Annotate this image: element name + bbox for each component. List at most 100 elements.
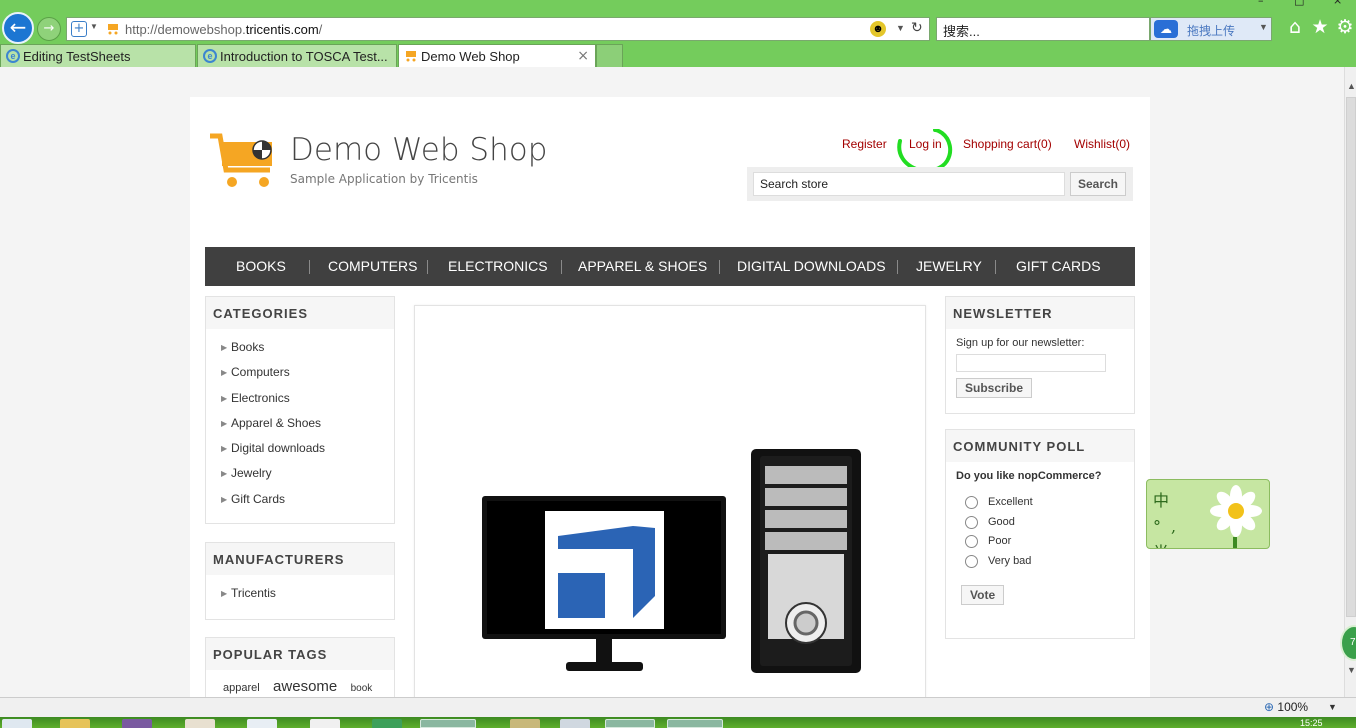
poll-option-very-bad[interactable]: Very bad bbox=[956, 552, 1124, 572]
scrollbar-thumb[interactable] bbox=[1346, 97, 1356, 617]
menu-separator bbox=[719, 260, 720, 274]
document-icon[interactable] bbox=[310, 719, 340, 728]
add-favorite-icon[interactable]: + bbox=[71, 21, 87, 37]
chevron-down-icon[interactable]: ▼ bbox=[896, 23, 905, 33]
cloud-upload-button[interactable]: ☁ 拖拽上传 ▼ bbox=[1150, 17, 1272, 41]
tags-row: apparel awesome book bbox=[206, 670, 394, 695]
caret-right-icon: ▶ bbox=[221, 418, 228, 428]
newsletter-title: NEWSLETTER bbox=[946, 297, 1134, 329]
chevron-down-icon[interactable]: ▼ bbox=[1328, 702, 1337, 712]
tag-link[interactable]: book bbox=[351, 683, 373, 694]
scroll-up-icon[interactable]: ▲ bbox=[1347, 81, 1356, 91]
folder-icon[interactable] bbox=[60, 719, 90, 728]
category-item-electronics[interactable]: ▶ Electronics bbox=[206, 386, 394, 411]
wishlist-link[interactable]: Wishlist(0) bbox=[1074, 137, 1130, 151]
browser-chrome: ← → + ▼ http://demowebshop.tricentis.com… bbox=[0, 0, 1356, 67]
maximize-icon[interactable]: □ bbox=[1294, 0, 1304, 7]
cart-icon bbox=[406, 51, 416, 62]
browser-search-input[interactable]: 搜索... bbox=[936, 17, 1150, 41]
category-label: Gift Cards bbox=[231, 491, 286, 506]
newsletter-email-input[interactable] bbox=[956, 354, 1106, 372]
app-icon[interactable] bbox=[122, 719, 152, 728]
zoom-level: 100% bbox=[1277, 700, 1309, 714]
tab-demo-web-shop[interactable]: Demo Web Shop × bbox=[398, 44, 596, 67]
tag-link[interactable]: apparel bbox=[223, 682, 260, 694]
category-item-computers[interactable]: ▶ Computers bbox=[206, 360, 394, 385]
compatibility-icon[interactable]: ☻ bbox=[870, 21, 886, 37]
manufacturers-list: ▶ Tricentis bbox=[206, 575, 394, 606]
zoom-control[interactable]: ⊕ 100% bbox=[1264, 700, 1308, 714]
poll-option-good[interactable]: Good bbox=[956, 513, 1124, 533]
close-window-icon[interactable]: × bbox=[1333, 0, 1342, 7]
app-icon[interactable] bbox=[247, 719, 277, 728]
radio-button[interactable] bbox=[965, 515, 978, 529]
ie-icon: e bbox=[203, 49, 217, 63]
store-search-button[interactable]: Search bbox=[1070, 172, 1126, 196]
store-search-box: Search store Search bbox=[747, 167, 1133, 201]
store-search-input[interactable]: Search store bbox=[753, 172, 1065, 196]
manufacturer-item-tricentis[interactable]: ▶ Tricentis bbox=[206, 581, 394, 606]
menu-item-electronics[interactable]: ELECTRONICS bbox=[448, 258, 548, 274]
radio-button[interactable] bbox=[965, 535, 978, 548]
tab-editing-testsheets[interactable]: e Editing TestSheets bbox=[0, 44, 196, 67]
address-url[interactable]: http://demowebshop.tricentis.com/ bbox=[125, 22, 322, 37]
tab-label: Demo Web Shop bbox=[421, 49, 520, 64]
ie-icon: e bbox=[6, 49, 20, 63]
status-bar: ⊕ 100% ▼ bbox=[0, 697, 1356, 717]
app-icon[interactable] bbox=[510, 719, 540, 728]
app-icon[interactable] bbox=[667, 719, 723, 728]
caret-right-icon: ▶ bbox=[221, 494, 228, 504]
new-tab-button[interactable] bbox=[596, 44, 623, 67]
category-item-jewelry[interactable]: ▶ Jewelry bbox=[206, 461, 394, 486]
menu-item-apparel-shoes[interactable]: APPAREL & SHOES bbox=[578, 258, 707, 274]
address-bar[interactable]: + ▼ http://demowebshop.tricentis.com/ ☻ … bbox=[66, 17, 930, 41]
category-item-apparel-shoes[interactable]: ▶ Apparel & Shoes bbox=[206, 411, 394, 436]
ime-toolbar[interactable]: 中 °, 半 简 bbox=[1146, 479, 1270, 549]
menu-item-digital-downloads[interactable]: DIGITAL DOWNLOADS bbox=[737, 258, 886, 274]
shopping-cart-link[interactable]: Shopping cart(0) bbox=[963, 137, 1052, 151]
category-label: Electronics bbox=[231, 390, 290, 405]
tag-link[interactable]: awesome bbox=[273, 678, 337, 695]
forward-arrow-icon[interactable]: → bbox=[37, 17, 61, 41]
start-icon[interactable] bbox=[2, 719, 32, 728]
community-poll-block: COMMUNITY POLL Do you like nopCommerce? … bbox=[945, 429, 1135, 639]
scroll-down-icon[interactable]: ▼ bbox=[1347, 665, 1356, 675]
radio-button[interactable] bbox=[965, 554, 978, 568]
category-item-gift-cards[interactable]: ▶ Gift Cards bbox=[206, 487, 394, 512]
home-banner[interactable] bbox=[414, 305, 926, 697]
back-arrow-icon[interactable]: ← bbox=[2, 12, 34, 44]
close-icon[interactable]: × bbox=[577, 48, 589, 64]
chevron-down-icon[interactable]: ▼ bbox=[1259, 22, 1268, 32]
home-icon[interactable]: ⌂ bbox=[1284, 15, 1306, 39]
app-icon[interactable] bbox=[185, 719, 215, 728]
subscribe-button[interactable]: Subscribe bbox=[956, 378, 1033, 398]
gear-icon[interactable]: ⚙ bbox=[1334, 15, 1356, 39]
register-link[interactable]: Register bbox=[842, 137, 887, 151]
app-icon[interactable] bbox=[560, 719, 590, 728]
menu-item-gift-cards[interactable]: GIFT CARDS bbox=[1016, 258, 1101, 274]
menu-item-computers[interactable]: COMPUTERS bbox=[328, 258, 417, 274]
refresh-icon[interactable]: ↻ bbox=[911, 20, 923, 36]
menu-item-jewelry[interactable]: JEWELRY bbox=[916, 258, 982, 274]
caret-right-icon: ▶ bbox=[221, 469, 228, 479]
poll-option-label: Very bad bbox=[988, 554, 1032, 567]
category-item-digital-downloads[interactable]: ▶ Digital downloads bbox=[206, 436, 394, 461]
menu-item-books[interactable]: BOOKS bbox=[236, 258, 286, 274]
menu-separator bbox=[995, 260, 996, 274]
site-title[interactable]: Demo Web Shop bbox=[290, 132, 547, 168]
poll-option-label: Good bbox=[988, 515, 1015, 528]
logo-cart-icon[interactable] bbox=[208, 132, 278, 192]
star-icon[interactable]: ★ bbox=[1309, 15, 1331, 39]
category-item-books[interactable]: ▶ Books bbox=[206, 335, 394, 360]
tab-tosca-introduction[interactable]: e Introduction to TOSCA Test... bbox=[197, 44, 397, 67]
ie-icon[interactable] bbox=[605, 719, 655, 728]
vertical-scrollbar[interactable]: ▲ ▼ bbox=[1344, 67, 1356, 697]
poll-option-poor[interactable]: Poor bbox=[956, 532, 1124, 552]
minimize-icon[interactable]: – bbox=[1258, 0, 1264, 7]
poll-option-excellent[interactable]: Excellent bbox=[956, 493, 1124, 513]
radio-button[interactable] bbox=[965, 496, 978, 509]
chevron-down-icon[interactable]: ▼ bbox=[90, 22, 98, 31]
app-icon[interactable] bbox=[420, 719, 476, 728]
app-icon[interactable] bbox=[372, 719, 402, 728]
vote-button[interactable]: Vote bbox=[961, 585, 1005, 605]
